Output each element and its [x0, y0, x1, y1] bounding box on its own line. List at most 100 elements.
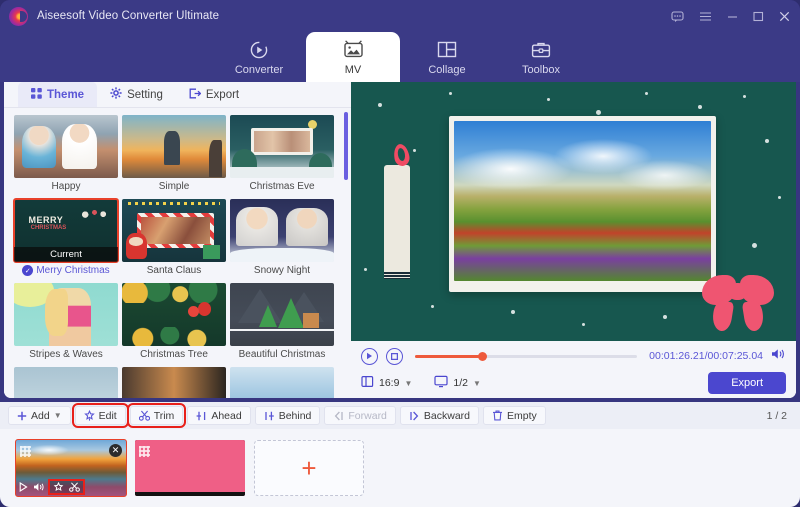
volume-icon[interactable]	[33, 482, 45, 492]
subtab-theme-label: Theme	[47, 88, 85, 101]
theme-grid: Happy Simple Christmas Eve MERRY CHRISTM…	[4, 115, 351, 398]
plus-icon: +	[301, 453, 317, 483]
trash-icon	[492, 410, 503, 421]
collage-icon	[437, 39, 457, 61]
close-icon[interactable]	[779, 11, 790, 22]
tab-converter[interactable]: Converter	[212, 32, 306, 82]
player-options-row: 16:9 ▼ 1/2 ▼ Export	[361, 372, 786, 394]
theme-list-scroll[interactable]: Happy Simple Christmas Eve MERRY CHRISTM…	[4, 108, 351, 398]
backward-label: Backward	[423, 409, 471, 422]
window-controls	[671, 10, 790, 22]
theme-item-stripes-waves[interactable]: Stripes & Waves	[14, 283, 118, 360]
main-nav-tabs: Converter MV Collage Toolbox	[0, 32, 800, 82]
theme-item-simple[interactable]: Simple	[122, 115, 226, 192]
app-title: Aiseesoft Video Converter Ultimate	[37, 10, 220, 22]
theme-item-beautiful-christmas[interactable]: Beautiful Christmas	[230, 283, 334, 360]
subtab-theme[interactable]: Theme	[18, 82, 98, 107]
behind-icon	[264, 411, 275, 421]
backward-button[interactable]: Backward	[399, 406, 480, 425]
theme-list-scrollbar[interactable]	[344, 112, 348, 180]
progress-fill	[415, 354, 482, 358]
theme-label: Santa Claus	[146, 265, 202, 276]
forward-button[interactable]: Forward	[324, 406, 396, 425]
tab-mv[interactable]: MV	[306, 32, 400, 82]
edit-icon[interactable]	[53, 482, 64, 492]
theme-thumbnail	[122, 283, 226, 346]
play-button[interactable]	[361, 347, 378, 365]
tab-collage[interactable]: Collage	[400, 32, 494, 82]
tab-toolbox-label: Toolbox	[522, 63, 560, 76]
feedback-icon[interactable]	[671, 10, 684, 22]
theme-item-row4-a[interactable]	[14, 367, 118, 398]
stop-button[interactable]	[386, 347, 403, 365]
aspect-ratio-selector[interactable]: 16:9 ▼	[361, 375, 412, 391]
volume-icon[interactable]	[771, 347, 786, 365]
scissors-icon	[138, 410, 150, 421]
progress-slider[interactable]	[415, 351, 638, 361]
theme-label: Happy	[51, 181, 81, 192]
edit-button[interactable]: Edit	[71, 403, 129, 428]
play-icon[interactable]	[19, 482, 28, 492]
clip-edit-trim-group	[48, 479, 85, 495]
behind-button[interactable]: Behind	[254, 406, 321, 425]
theme-item-happy[interactable]: Happy	[14, 115, 118, 192]
theme-item-merry-christmas[interactable]: MERRY CHRISTMAS Current ✓ Merry Christma…	[13, 198, 119, 276]
theme-item-christmas-eve[interactable]: Christmas Eve	[230, 115, 334, 192]
check-icon: ✓	[22, 265, 34, 276]
chevron-down-icon[interactable]: ▼	[473, 379, 481, 388]
plus-icon	[17, 411, 27, 421]
empty-button[interactable]: Empty	[483, 406, 546, 425]
subtab-setting[interactable]: Setting	[97, 82, 176, 107]
bow-graphic	[701, 269, 774, 332]
trim-button[interactable]: Trim	[126, 403, 187, 428]
empty-label: Empty	[507, 409, 537, 422]
video-preview[interactable]	[351, 82, 796, 341]
converter-icon	[249, 39, 269, 61]
tab-toolbox[interactable]: Toolbox	[494, 32, 588, 82]
subtab-export-label: Export	[205, 88, 240, 101]
theme-item-christmas-tree[interactable]: Christmas Tree	[122, 283, 226, 360]
timeline-clip-pink[interactable]	[135, 440, 245, 496]
theme-label: Christmas Tree	[140, 349, 208, 360]
clip-letterbox-bottom	[135, 492, 245, 496]
ahead-button[interactable]: Ahead	[187, 406, 251, 425]
aspect-ratio-value: 16:9	[379, 377, 400, 389]
theme-label: Simple	[158, 181, 190, 192]
subtab-export[interactable]: Export	[176, 82, 252, 107]
player-controls: 00:01:26.21/00:07:25.04 16:9 ▼ 1/2 ▼ Exp…	[351, 341, 796, 398]
theme-item-row4-b[interactable]	[122, 367, 226, 398]
menu-icon[interactable]	[699, 11, 712, 22]
theme-item-santa-claus[interactable]: Santa Claus	[122, 199, 226, 276]
time-display: 00:01:26.21/00:07:25.04	[649, 350, 763, 362]
theme-thumbnail	[230, 283, 334, 346]
clip-timeline: ✕ +	[0, 429, 800, 507]
trim-label: Trim	[153, 409, 175, 422]
preview-photo	[453, 120, 711, 281]
theme-label: Stripes & Waves	[29, 349, 103, 360]
timeline-clip-landscape[interactable]: ✕	[15, 439, 127, 497]
export-icon	[189, 88, 202, 102]
progress-handle[interactable]	[477, 351, 487, 361]
chevron-down-icon[interactable]: ▼	[404, 379, 412, 388]
add-button[interactable]: Add ▼	[8, 406, 71, 425]
remove-clip-icon[interactable]: ✕	[109, 444, 122, 457]
toolbox-icon	[531, 39, 551, 61]
aiseesoft-logo-icon	[9, 6, 28, 26]
zoom-value: 1/2	[453, 377, 468, 389]
chevron-down-icon[interactable]: ▼	[54, 411, 62, 420]
grid-icon	[31, 87, 42, 102]
preview-panel: 00:01:26.21/00:07:25.04 16:9 ▼ 1/2 ▼ Exp…	[351, 82, 796, 398]
zoom-selector[interactable]: 1/2 ▼	[434, 375, 481, 391]
subtab-setting-label: Setting	[127, 88, 163, 101]
trim-icon[interactable]	[69, 482, 80, 492]
forward-icon	[333, 411, 344, 421]
minimize-icon[interactable]	[727, 11, 738, 22]
behind-label: Behind	[278, 409, 312, 422]
theme-item-row4-c[interactable]	[230, 367, 334, 398]
maximize-icon[interactable]	[753, 11, 764, 22]
theme-thumbnail	[14, 367, 118, 398]
gear-icon	[110, 87, 122, 102]
add-clip-button[interactable]: +	[254, 440, 364, 496]
export-button[interactable]: Export	[708, 372, 786, 394]
theme-item-snowy-night[interactable]: Snowy Night	[230, 199, 334, 276]
